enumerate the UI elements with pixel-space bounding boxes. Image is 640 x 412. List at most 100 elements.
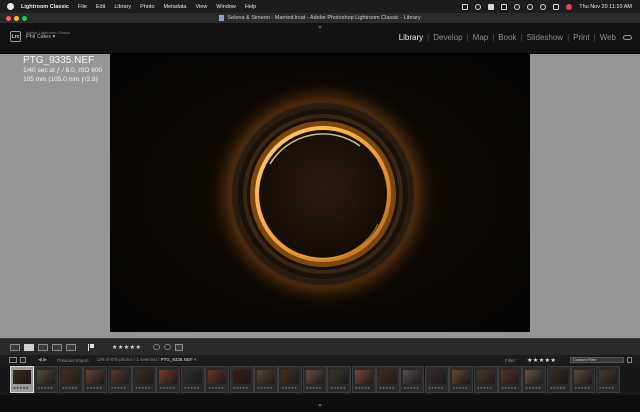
thumbnail-rating: ★★★★★ [379,386,395,390]
thumbnail-image [232,370,251,384]
thumbnail-rating: ★★★★★ [525,386,542,390]
module-book[interactable]: Book [497,33,517,42]
module-slideshow[interactable]: Slideshow [526,33,564,42]
filmstrip-thumbnail[interactable]: ★★★★★ [376,366,400,393]
filmstrip-thumbnail[interactable]: ★★★★★ [327,366,352,393]
filmstrip-thumbnail[interactable]: ★★★★★ [302,366,327,393]
panel-toggle-top[interactable] [318,26,322,29]
cloud-sync-icon[interactable] [623,35,632,40]
rotate-left-icon[interactable] [153,344,161,350]
filmstrip-count-text: 129 of 875 photos / 1 selected / [96,357,160,362]
grid-view-button[interactable] [10,343,20,351]
toolbar-rating[interactable]: ★★★★★ [112,344,141,351]
filmstrip-thumbnail[interactable]: ★★★★★ [254,366,278,393]
minimize-window-button[interactable] [14,16,19,21]
user-icon[interactable] [566,3,573,10]
filmstrip-thumbnail[interactable]: ★★★★★ [156,366,181,393]
filmstrip-thumbnail[interactable]: ★★★★★ [83,366,108,393]
module-develop[interactable]: Develop [432,33,463,42]
lightroom-logo-icon: Lrc [10,31,21,42]
zoom-window-button[interactable] [22,16,27,21]
wifi-icon[interactable] [527,3,534,10]
survey-view-button[interactable] [52,343,62,351]
crop-overlay-icon[interactable] [175,343,184,351]
play-icon[interactable] [514,3,521,10]
nav-arrows[interactable]: ◀ ▶ [38,357,47,363]
apple-logo-icon[interactable] [7,3,14,10]
filmstrip-thumbnail[interactable]: ★★★★★ [546,366,571,393]
filmstrip-thumbnail[interactable]: ★★★★★ [498,366,522,393]
filmstrip-thumbnail[interactable]: ★★★★★ [229,366,254,393]
filmstrip-thumbnail[interactable]: ★★★★★ [58,366,83,393]
filmstrip-thumbnail[interactable]: ★★★★★ [400,366,425,393]
filmstrip-thumbnail[interactable]: ★★★★★ [424,366,449,393]
thumbnail-rating: ★★★★★ [598,386,615,390]
menu-library[interactable]: Library [114,4,131,10]
filmstrip[interactable]: ★★★★★ ★★★★★ ★★★★★ ★★★★★ ★★★★★ ★★★★★ ★★★★★ ★★★★★… [0,365,640,395]
panel-toggle-bottom[interactable] [318,404,322,407]
thumbnail-image [13,370,31,384]
menu-window[interactable]: Window [216,4,236,10]
thumbnail-rating: ★★★★★ [549,386,566,390]
grid-icon[interactable] [501,3,508,10]
filmstrip-thumbnail[interactable]: ★★★★★ [180,366,205,393]
bluetooth-icon[interactable] [475,3,482,10]
filmstrip-thumbnail[interactable]: ★★★★★ [351,366,376,393]
module-map[interactable]: Map [472,33,490,42]
thumbnail-image [574,370,593,384]
filmstrip-thumbnail[interactable]: ★★★★★ [522,366,547,393]
people-view-button[interactable] [66,343,76,351]
control-center-icon[interactable] [553,3,560,10]
rotate-right-icon[interactable] [164,344,172,350]
identity-user[interactable]: Phil Cates ▾ [26,34,70,40]
menu-view[interactable]: View [195,4,207,10]
module-print[interactable]: Print [572,33,590,42]
grid-icon[interactable] [20,357,26,363]
status-area: Thu Nov 20 11:10 AM [462,0,632,13]
loupe-view-button[interactable] [24,343,34,351]
thumbnail-image [183,370,202,384]
filmstrip-thumbnail[interactable]: ★★★★★ [34,366,59,393]
thumbnail-image [427,370,446,384]
pick-flag-icon[interactable] [88,343,94,351]
menu-app-name[interactable]: Lightroom Classic [21,4,69,10]
compare-view-button[interactable] [38,343,48,351]
font-icon[interactable] [488,3,495,10]
filter-rating[interactable]: ★★★★★ [527,357,556,364]
menu-photo[interactable]: Photo [140,4,154,10]
filmstrip-thumbnail[interactable]: ★★★★★ [595,366,620,393]
module-web[interactable]: Web [599,33,617,42]
battery-icon[interactable] [462,3,469,10]
filter-dropdown[interactable]: Custom Filter [570,357,624,363]
filmstrip-thumbnail[interactable]: ★★★★★ [278,366,303,393]
filter-lock-icon[interactable] [627,357,632,363]
filmstrip-thumbnail[interactable]: ★★★★★ [107,366,132,393]
second-window-icon[interactable] [9,357,17,363]
menubar-clock[interactable]: Thu Nov 20 11:10 AM [579,4,632,10]
thumbnail-rating: ★★★★★ [208,386,224,390]
search-icon[interactable] [540,3,547,10]
menu-metadata[interactable]: Metadata [164,4,187,10]
close-window-button[interactable] [6,16,11,21]
filmstrip-thumbnail[interactable]: ★★★★★ [473,366,498,393]
menu-edit[interactable]: Edit [96,4,105,10]
menu-file[interactable]: File [78,4,87,10]
module-separator: | [492,33,495,42]
thumbnail-image [354,370,373,384]
filmstrip-thumbnail[interactable]: ★★★★★ [571,366,596,393]
window-controls [6,16,27,21]
thumbnail-image [598,370,617,384]
thumbnail-image [208,370,227,384]
thumbnail-rating: ★★★★★ [37,386,54,390]
module-library[interactable]: Library [398,33,424,42]
filmstrip-thumbnail[interactable]: ★★★★★ [449,366,474,393]
module-separator: | [593,33,596,42]
main-photo[interactable] [110,54,530,332]
filmstrip-thumbnail[interactable]: ★★★★★ [205,366,230,393]
filmstrip-thumbnail[interactable]: ★★★★★ [132,366,156,393]
identity-plate[interactable]: Adobe Lightroom Classic Phil Cates ▾ [26,30,70,40]
filmstrip-source[interactable]: Previous Import [57,358,89,363]
filmstrip-thumbnail[interactable]: ★★★★★ [10,366,34,393]
menu-help[interactable]: Help [245,4,256,10]
loupe-view: PTG_9335.NEF 1/40 sec at ƒ / 8.0, ISO 80… [0,54,640,338]
